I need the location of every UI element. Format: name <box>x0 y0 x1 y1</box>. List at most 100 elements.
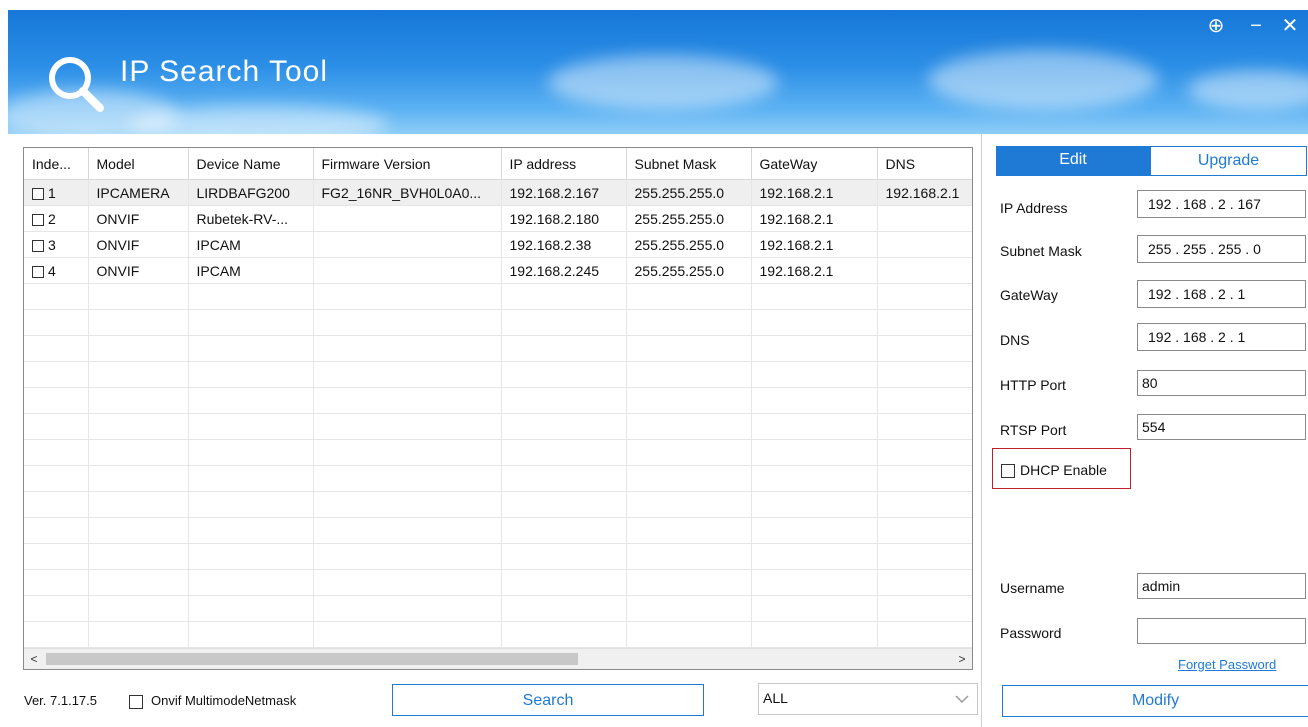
empty-cell <box>313 283 502 310</box>
scroll-left-icon[interactable]: < <box>24 649 44 669</box>
column-header[interactable]: Inde... <box>24 148 89 180</box>
row-checkbox[interactable] <box>32 239 44 252</box>
cell-firmware: FG2_16NR_BVH0L0A0... <box>313 179 502 206</box>
subnet-mask-label: Subnet Mask <box>1000 243 1082 259</box>
empty-cell <box>88 491 189 518</box>
pin-button[interactable]: ⊕ <box>1204 14 1228 38</box>
empty-cell <box>877 543 972 570</box>
empty-cell <box>88 465 189 492</box>
horizontal-scrollbar[interactable]: < > <box>24 648 972 669</box>
column-header[interactable]: GateWay <box>751 148 878 180</box>
dhcp-highlight-box: DHCP Enable <box>992 448 1131 489</box>
empty-cell <box>626 335 752 362</box>
empty-cell <box>24 361 89 388</box>
empty-cell <box>188 621 314 648</box>
table-row[interactable]: 4 ONVIF IPCAM 192.168.2.245 255.255.255.0 192… <box>24 257 972 284</box>
empty-cell <box>626 569 752 596</box>
gateway-input[interactable]: 192 . 168 . 2 . 1 <box>1137 280 1306 308</box>
cell-ip: 192.168.2.167 <box>501 179 627 206</box>
cell-mask: 255.255.255.0 <box>626 205 752 232</box>
username-input[interactable]: admin <box>1137 573 1306 599</box>
empty-cell <box>501 569 627 596</box>
empty-cell <box>626 283 752 310</box>
empty-cell <box>24 387 89 414</box>
empty-cell <box>626 413 752 440</box>
empty-cell <box>88 387 189 414</box>
scrollbar-thumb[interactable] <box>46 653 578 665</box>
device-filter-dropdown[interactable]: ALL <box>758 683 978 715</box>
row-checkbox[interactable] <box>32 265 44 278</box>
empty-cell <box>88 621 189 648</box>
table-row[interactable]: 3 ONVIF IPCAM 192.168.2.38 255.255.255.0 192.… <box>24 231 972 258</box>
device-list-panel: Inde... Model Device Name Firmware Versi… <box>23 147 973 670</box>
onvif-multimode-label: Onvif MultimodeNetmask <box>151 693 297 708</box>
http-port-input[interactable]: 80 <box>1137 370 1306 396</box>
dhcp-enable-checkbox[interactable] <box>1001 464 1015 478</box>
empty-table-row <box>24 569 972 596</box>
table-row[interactable]: 2 ONVIF Rubetek-RV-... 192.168.2.180 255.255… <box>24 205 972 232</box>
empty-cell <box>626 491 752 518</box>
column-header[interactable]: Model <box>88 148 189 180</box>
row-checkbox[interactable] <box>32 187 44 200</box>
empty-table-row <box>24 413 972 440</box>
empty-cell <box>501 517 627 544</box>
cell-gateway: 192.168.2.1 <box>751 257 878 284</box>
table-row[interactable]: 1 IPCAMERA LIRDBAFG200 FG2_16NR_BVH0L0A0...… <box>24 179 972 206</box>
empty-cell <box>313 569 502 596</box>
empty-cell <box>501 491 627 518</box>
minimize-button[interactable]: − <box>1244 14 1268 38</box>
empty-cell <box>877 439 972 466</box>
empty-cell <box>501 621 627 648</box>
empty-cell <box>24 621 89 648</box>
rtsp-port-input[interactable]: 554 <box>1137 414 1306 440</box>
ip-address-input[interactable]: 192 . 168 . 2 . 167 <box>1137 190 1306 218</box>
empty-cell <box>313 465 502 492</box>
tab-edit[interactable]: Edit <box>996 146 1150 176</box>
empty-cell <box>188 413 314 440</box>
column-header[interactable]: IP address <box>501 148 627 180</box>
cell-model: IPCAMERA <box>88 179 189 206</box>
cell-mask: 255.255.255.0 <box>626 231 752 258</box>
empty-cell <box>313 439 502 466</box>
empty-cell <box>626 621 752 648</box>
column-header[interactable]: Subnet Mask <box>626 148 752 180</box>
modify-button[interactable]: Modify <box>1002 685 1308 717</box>
row-index: 4 <box>48 262 56 279</box>
column-header[interactable]: Device Name <box>188 148 314 180</box>
empty-cell <box>751 283 878 310</box>
column-header[interactable]: DNS <box>877 148 972 180</box>
tab-upgrade[interactable]: Upgrade <box>1150 146 1307 176</box>
empty-table-row <box>24 309 972 336</box>
empty-table-row <box>24 439 972 466</box>
dns-input[interactable]: 192 . 168 . 2 . 1 <box>1137 323 1306 351</box>
empty-cell <box>313 361 502 388</box>
cell-dns <box>877 231 972 258</box>
empty-cell <box>88 413 189 440</box>
subnet-mask-input[interactable]: 255 . 255 . 255 . 0 <box>1137 235 1306 263</box>
cell-ip: 192.168.2.245 <box>501 257 627 284</box>
username-label: Username <box>1000 580 1065 596</box>
empty-cell <box>188 387 314 414</box>
empty-cell <box>24 569 89 596</box>
empty-cell <box>751 361 878 388</box>
password-label: Password <box>1000 625 1062 641</box>
search-button[interactable]: Search <box>392 684 704 716</box>
cell-ip: 192.168.2.38 <box>501 231 627 258</box>
empty-cell <box>313 387 502 414</box>
close-button[interactable]: ✕ <box>1278 14 1302 38</box>
scroll-right-icon[interactable]: > <box>952 649 972 669</box>
cell-mask: 255.255.255.0 <box>626 179 752 206</box>
cell-gateway: 192.168.2.1 <box>751 205 878 232</box>
empty-cell <box>24 413 89 440</box>
column-header[interactable]: Firmware Version <box>313 148 502 180</box>
row-checkbox[interactable] <box>32 213 44 226</box>
empty-cell <box>501 387 627 414</box>
onvif-multimode-checkbox[interactable] <box>129 695 143 709</box>
password-input[interactable] <box>1137 618 1306 644</box>
cell-model: ONVIF <box>88 205 189 232</box>
empty-cell <box>626 543 752 570</box>
empty-cell <box>751 413 878 440</box>
empty-cell <box>626 387 752 414</box>
version-label: Ver. 7.1.17.5 <box>24 693 98 708</box>
forget-password-link[interactable]: Forget Password <box>1178 657 1276 672</box>
